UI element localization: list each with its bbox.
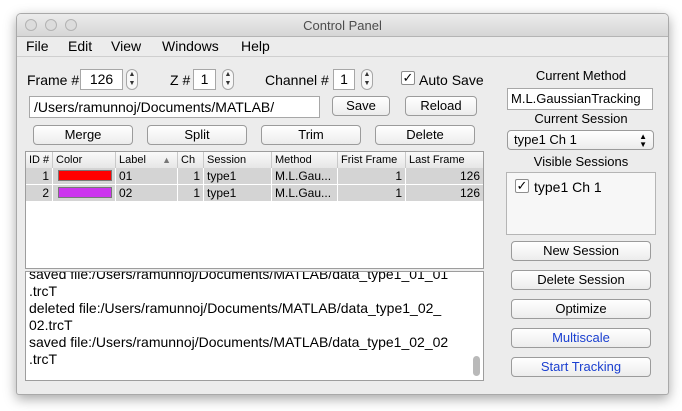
trim-button[interactable]: Trim — [261, 125, 361, 145]
frame-label: Frame # — [27, 72, 80, 88]
path-input[interactable]: /Users/ramunnoj/Documents/MATLAB/ — [29, 96, 320, 118]
channel-stepper[interactable]: ▲ ▼ — [361, 69, 373, 90]
table-header: ID # Color Label ▲ Ch Session Method Fri… — [26, 152, 483, 169]
visible-session-checkbox[interactable]: ✓ — [515, 179, 529, 193]
frame-stepper[interactable]: ▲ ▼ — [126, 69, 138, 90]
split-button[interactable]: Split — [147, 125, 247, 145]
channel-label: Channel # — [265, 72, 329, 88]
column-header-first-frame[interactable]: Frist Frame — [338, 152, 406, 168]
title-bar: Control Panel — [17, 14, 668, 37]
visible-sessions-label: Visible Sessions — [533, 154, 629, 169]
frame-input[interactable]: 126 — [80, 69, 123, 90]
cell-color — [53, 168, 116, 184]
current-session-select[interactable]: type1 Ch 1 ▲ ▼ — [507, 130, 654, 150]
z-label: Z # — [170, 72, 191, 88]
log-line: saved file:/Users/ramunnoj/Documents/MAT… — [29, 334, 449, 350]
column-header-label-text: Label — [119, 154, 146, 166]
auto-save-checkbox[interactable]: ✓ — [401, 71, 415, 85]
cell-method: M.L.Gau... — [272, 168, 338, 184]
delete-session-button[interactable]: Delete Session — [511, 270, 651, 290]
column-header-last-frame[interactable]: Last Frame — [406, 152, 483, 168]
tracks-table: ID # Color Label ▲ Ch Session Method Fri… — [25, 151, 484, 269]
column-header-color[interactable]: Color — [53, 152, 116, 168]
z-stepper[interactable]: ▲ ▼ — [222, 69, 234, 90]
current-session-label: Current Session — [534, 111, 628, 126]
menu-file[interactable]: File — [26, 38, 49, 54]
save-button[interactable]: Save — [332, 96, 390, 116]
table-row[interactable]: 1 01 1 type1 M.L.Gau... 1 126 — [26, 168, 483, 184]
cell-method: M.L.Gau... — [272, 185, 338, 201]
delete-button[interactable]: Delete — [375, 125, 475, 145]
log-line: .trcT — [29, 283, 57, 299]
cell-id: 1 — [26, 168, 53, 184]
current-session-value: type1 Ch 1 — [514, 132, 577, 147]
column-header-method[interactable]: Method — [272, 152, 338, 168]
menu-view[interactable]: View — [111, 38, 141, 54]
cell-session: type1 — [204, 185, 272, 201]
start-tracking-button[interactable]: Start Tracking — [511, 357, 651, 377]
cell-session: type1 — [204, 168, 272, 184]
window-title: Control Panel — [303, 18, 382, 33]
cell-ch: 1 — [178, 185, 204, 201]
menu-bar: File Edit View Windows Help — [17, 37, 668, 57]
optimize-button[interactable]: Optimize — [511, 299, 651, 319]
multiscale-button[interactable]: Multiscale — [511, 328, 651, 348]
column-header-session[interactable]: Session — [204, 152, 272, 168]
z-input[interactable]: 1 — [193, 69, 216, 90]
sort-ascending-icon: ▲ — [162, 155, 171, 165]
new-session-button[interactable]: New Session — [511, 241, 651, 261]
cell-color — [53, 185, 116, 201]
cell-label: 02 — [116, 185, 178, 201]
visible-session-label: type1 Ch 1 — [534, 179, 602, 195]
select-arrows-icon: ▲ ▼ — [639, 132, 647, 149]
log-scroll-thumb[interactable] — [473, 356, 480, 376]
cell-id: 2 — [26, 185, 53, 201]
log-line: saved file:/Users/ramunnoj/Documents/MAT… — [29, 271, 449, 282]
menu-windows[interactable]: Windows — [162, 38, 219, 54]
reload-button[interactable]: Reload — [405, 96, 477, 116]
log-output[interactable]: saved file:/Users/ramunnoj/Documents/MAT… — [25, 271, 484, 381]
log-line: deleted file:/Users/ramunnoj/Documents/M… — [29, 300, 442, 316]
cell-first-frame: 1 — [338, 168, 406, 184]
column-header-id[interactable]: ID # — [26, 152, 53, 168]
merge-button[interactable]: Merge — [33, 125, 133, 145]
cell-label: 01 — [116, 168, 178, 184]
current-method-field[interactable]: M.L.GaussianTracking — [507, 88, 653, 110]
log-line: 02.trcT — [29, 317, 73, 333]
log-scrollbar[interactable] — [472, 276, 481, 378]
table-row[interactable]: 2 02 1 type1 M.L.Gau... 1 126 — [26, 185, 483, 201]
menu-help[interactable]: Help — [241, 38, 270, 54]
column-header-label[interactable]: Label ▲ — [116, 152, 178, 168]
cell-last-frame: 126 — [459, 169, 480, 183]
cell-last-frame: 126 — [459, 186, 480, 200]
cell-ch: 1 — [178, 168, 204, 184]
cell-first-frame: 1 — [338, 185, 406, 201]
current-method-label: Current Method — [535, 68, 627, 83]
column-header-ch[interactable]: Ch — [178, 152, 204, 168]
visible-sessions-list: ✓ type1 Ch 1 — [506, 172, 656, 235]
menu-edit[interactable]: Edit — [68, 38, 92, 54]
color-swatch — [58, 187, 112, 198]
color-swatch — [58, 170, 112, 181]
log-line: .trcT — [29, 351, 57, 367]
control-panel-window: Control Panel File Edit View Windows Hel… — [16, 13, 669, 395]
channel-input[interactable]: 1 — [333, 69, 355, 90]
auto-save-label: Auto Save — [419, 72, 484, 88]
